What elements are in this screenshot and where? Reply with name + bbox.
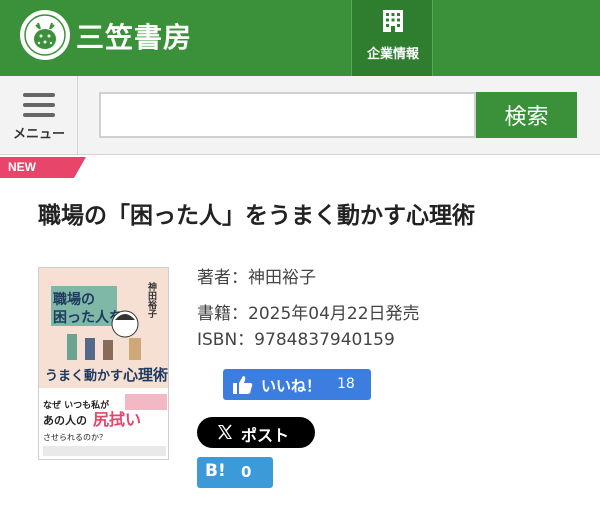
svg-text:あの人の: あの人の <box>43 413 87 427</box>
x-post-button[interactable]: ポスト <box>197 417 315 448</box>
book-publish-date: 書籍：2025年04月22日発売 <box>197 304 420 324</box>
corporate-info-label: 企業情報 <box>366 47 419 62</box>
hatena-bookmark-icon: B! <box>205 461 226 481</box>
new-badge-label: NEW <box>8 160 36 174</box>
deer-emblem-icon[interactable] <box>20 10 70 60</box>
thumbs-up-icon <box>233 376 253 394</box>
building-icon <box>383 10 403 32</box>
svg-text:心理術: 心理術 <box>123 366 168 384</box>
hatena-count: 0 <box>241 463 252 481</box>
corporate-info-button[interactable]: 企業情報 <box>351 0 433 76</box>
book-cover-image[interactable]: 職場の 困った人を 神田裕子 うまく動かす 心理術 なぜ いつも私が あの人の … <box>38 267 169 460</box>
menu-button[interactable]: メニュー <box>0 76 78 154</box>
search-input[interactable] <box>99 92 476 138</box>
like-count: 18 <box>337 376 355 392</box>
svg-text:うまく動かす: うまく動かす <box>45 368 123 384</box>
facebook-like-button[interactable]: いいね！ 18 <box>223 369 371 400</box>
book-isbn: ISBN：9784837940159 <box>197 330 395 350</box>
svg-text:尻拭い: 尻拭い <box>93 410 141 429</box>
post-label: ポスト <box>241 426 290 445</box>
like-label: いいね！ <box>261 377 322 395</box>
svg-text:神田裕子: 神田裕子 <box>146 281 158 319</box>
svg-text:させられるのか？: させられるのか？ <box>43 433 107 442</box>
search-button[interactable]: 検索 <box>476 92 577 138</box>
hamburger-icon <box>23 93 55 123</box>
book-author: 著者：神田裕子 <box>197 268 316 288</box>
svg-text:職場の: 職場の <box>53 291 95 308</box>
new-badge: NEW <box>0 157 86 178</box>
hatena-bookmark-button[interactable]: B! 0 <box>197 457 273 488</box>
book-title: 職場の「困った人」をうまく動かす心理術 <box>38 203 475 229</box>
site-header: 三笠書房 企業情報 <box>0 0 600 76</box>
x-logo-icon <box>218 424 232 440</box>
menu-label: メニュー <box>12 127 65 142</box>
site-logo-text[interactable]: 三笠書房 <box>76 16 192 56</box>
search-bar: メニュー 検索 <box>0 76 600 155</box>
